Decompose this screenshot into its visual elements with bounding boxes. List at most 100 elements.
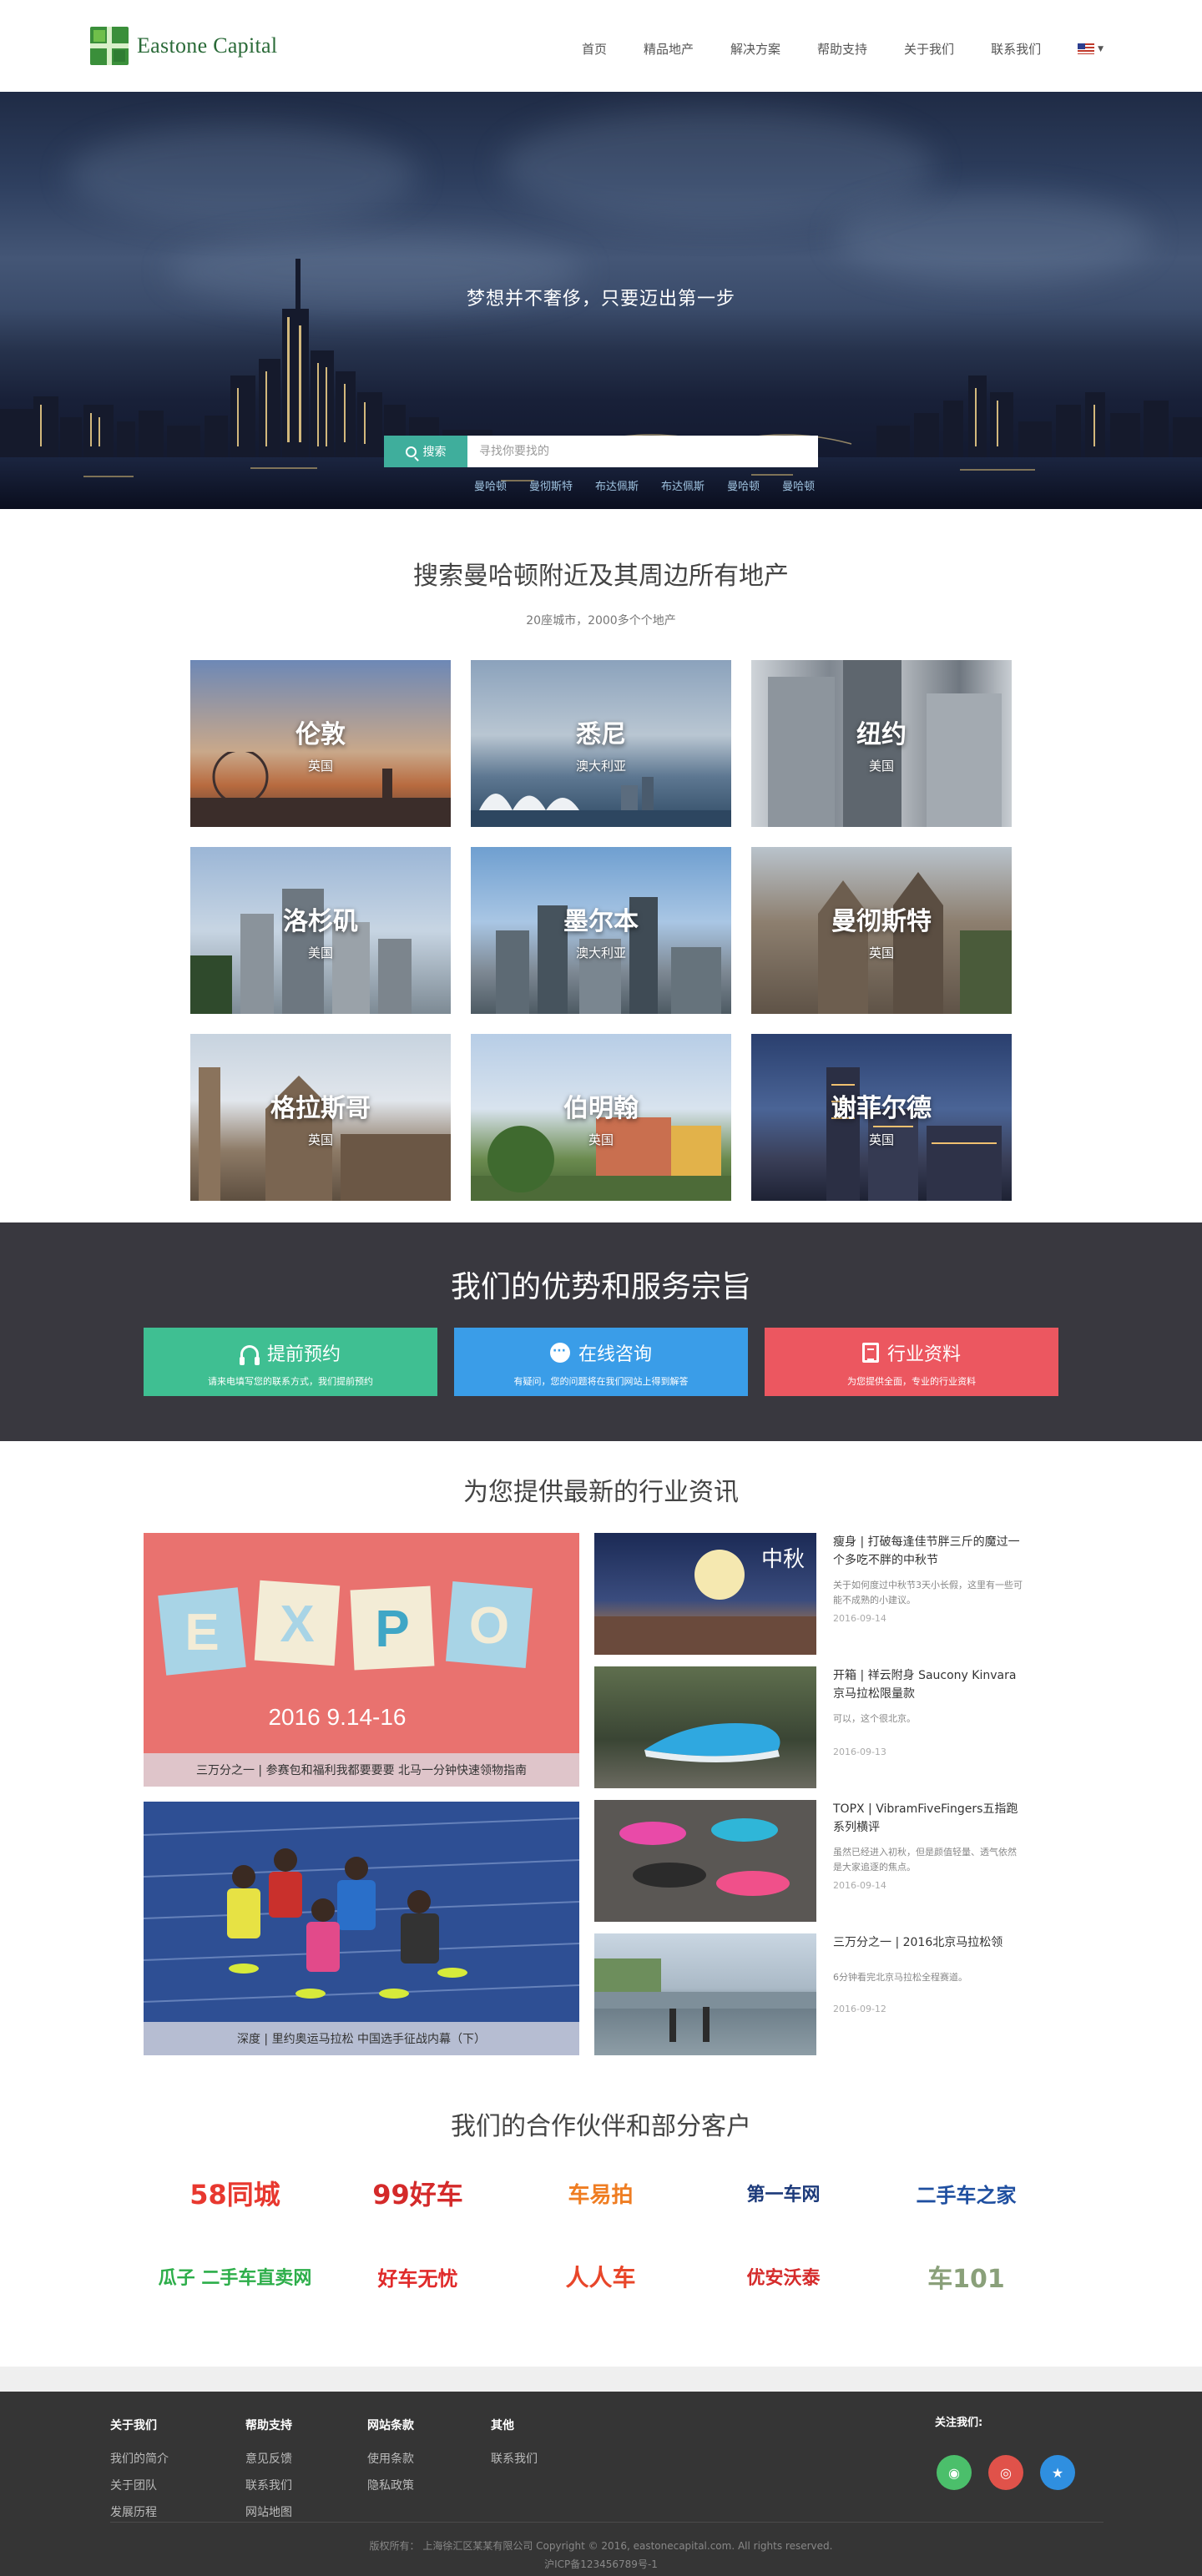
news-list-item[interactable]: TOPX | VibramFiveFingers五指跑系列横评 虽然已经进入初秋… xyxy=(594,1800,1023,1922)
city-card-newyork[interactable]: 纽约 美国 xyxy=(751,660,1012,827)
advantage-desc: 为您提供全面，专业的行业资料 xyxy=(847,1376,976,1387)
expo-letter: O xyxy=(469,1597,509,1655)
nav-contact[interactable]: 联系我们 xyxy=(991,40,1041,58)
news-title: 瘦身 | 打破每逢佳节胖三斤的魔过一个多吃不胖的中秋节 xyxy=(833,1535,1020,1567)
language-selector[interactable]: ▼ xyxy=(1078,43,1104,54)
nav-properties[interactable]: 精品地产 xyxy=(644,40,694,58)
cities-section-title: 搜索曼哈顿附近及其周边所有地产 xyxy=(413,562,789,591)
city-card-birmingham[interactable]: 伯明翰 英国 xyxy=(471,1034,731,1201)
footer-link[interactable]: 意见反馈 xyxy=(245,2450,292,2467)
site-header: Eastone Capital 首页 精品地产 解决方案 帮助支持 关于我们 联… xyxy=(0,0,1202,92)
featured-news-card[interactable]: 深度 | 里约奥运马拉松 中国选手征战内幕（下） xyxy=(144,1802,579,2055)
news-list-item[interactable]: 开箱 | 祥云附身 Saucony Kinvara京马拉松限量款 可以，这个很北… xyxy=(594,1666,1023,1788)
city-card-glasgow[interactable]: 格拉斯哥 英国 xyxy=(190,1034,451,1201)
featured-news-caption: 深度 | 里约奥运马拉松 中国选手征战内幕（下） xyxy=(144,2022,579,2055)
weibo-icon[interactable]: ◎ xyxy=(988,2455,1023,2490)
hot-tag[interactable]: 布达佩斯 xyxy=(595,477,639,493)
footer-link[interactable]: 联系我们 xyxy=(491,2450,538,2467)
search-button[interactable]: 搜索 xyxy=(384,436,467,467)
logo-mark-icon xyxy=(90,27,129,65)
partner-logo-che101[interactable]: 车101 xyxy=(875,2256,1058,2297)
news-date: 2016-09-14 xyxy=(833,1880,886,1891)
wechat-icon[interactable]: ◉ xyxy=(937,2455,972,2490)
hot-tag[interactable]: 曼哈顿 xyxy=(727,477,760,493)
partner-logo-99haoche[interactable]: 99好车 xyxy=(326,2172,509,2214)
news-title: 三万分之一 | 2016北京马拉松领 xyxy=(833,1936,1003,1949)
city-card-sheffield[interactable]: 谢菲尔德 英国 xyxy=(751,1034,1012,1201)
city-country: 美国 xyxy=(868,758,894,774)
icp-number: 沪ICP备123456789号-1 xyxy=(544,2558,658,2570)
mid-autumn-label: 中秋 xyxy=(761,1547,805,1572)
nav-solutions[interactable]: 解决方案 xyxy=(730,40,780,58)
hot-tag[interactable]: 曼彻斯特 xyxy=(529,477,573,493)
featured-news-card[interactable]: E X P O 2016 9.14-16 三万分之一 | 参赛包和福利我都要要要… xyxy=(144,1533,579,1787)
city-name: 墨尔本 xyxy=(563,906,639,936)
city-country: 美国 xyxy=(307,945,333,960)
partner-logo-guazi[interactable]: 瓜子 二手车直卖网 xyxy=(144,2256,326,2297)
hero-banner: 梦想并不奢侈，只要迈出第一步 搜索 曼哈顿 曼彻斯特 布达佩斯 布达佩斯 曼哈顿… xyxy=(0,92,1202,509)
footer-link[interactable]: 隐私政策 xyxy=(367,2477,414,2493)
news-summary: 虽然已经进入初秋，但是颜值轻量、透气依然是大家追逐的焦点。 xyxy=(833,1847,1017,1873)
partner-logo-youanwotai[interactable]: 优安沃泰 xyxy=(692,2256,875,2297)
search-input[interactable] xyxy=(467,436,818,467)
hot-tag[interactable]: 曼哈顿 xyxy=(474,477,507,493)
footer-heading: 帮助支持 xyxy=(245,2419,292,2432)
social-links: ◉ ◎ ★ xyxy=(937,2455,1092,2490)
search-button-label: 搜索 xyxy=(422,446,447,459)
partner-logo-che168[interactable]: 二手车之家 xyxy=(875,2172,1058,2214)
partner-logo-grid: 58同城 99好车 车易拍 第一车网 二手车之家 瓜子 二手车直卖网 好车无忧 … xyxy=(144,2172,1058,2297)
city-card-melbourne[interactable]: 墨尔本 澳大利亚 xyxy=(471,847,731,1014)
city-card-manchester[interactable]: 曼彻斯特 英国 xyxy=(751,847,1012,1014)
brand-logo[interactable]: Eastone Capital xyxy=(90,27,277,65)
footer-link[interactable]: 网站地图 xyxy=(245,2503,292,2520)
footer-link[interactable]: 联系我们 xyxy=(245,2477,292,2493)
copyright: 版权所有： 上海徐汇区某某有限公司 Copyright © 2016, east… xyxy=(0,2537,1202,2573)
advantage-consult-button[interactable]: 在线咨询 有疑问，您的问题将在我们网站上得到解答 xyxy=(454,1328,748,1396)
news-title: TOPX | VibramFiveFingers五指跑系列横评 xyxy=(833,1802,1018,1834)
footer-link[interactable]: 关于团队 xyxy=(110,2477,169,2493)
city-name: 伯明翰 xyxy=(563,1093,639,1123)
footer-heading: 网站条款 xyxy=(367,2419,414,2432)
advantages-section: 我们的优势和服务宗旨 提前预约 请来电填写您的联系方式，我们提前预约 在线咨询 … xyxy=(0,1222,1202,1441)
footer-link[interactable]: 我们的简介 xyxy=(110,2450,169,2467)
news-date: 2016-09-12 xyxy=(833,2004,886,2014)
news-thumbnail xyxy=(594,1800,816,1922)
nav-support[interactable]: 帮助支持 xyxy=(817,40,867,58)
cities-subtitle: 20座城市，2000多个个地产 xyxy=(526,614,676,628)
search-bar: 搜索 xyxy=(384,436,818,467)
nav-about[interactable]: 关于我们 xyxy=(904,40,954,58)
partner-logo-58[interactable]: 58同城 xyxy=(144,2172,326,2214)
hot-tag[interactable]: 布达佩斯 xyxy=(661,477,705,493)
city-name: 曼彻斯特 xyxy=(831,906,932,936)
chevron-down-icon: ▼ xyxy=(1098,44,1104,53)
expo-banner-image: E X P O 2016 9.14-16 xyxy=(158,1580,533,1730)
city-name: 纽约 xyxy=(856,719,907,749)
city-card-losangeles[interactable]: 洛杉矶 美国 xyxy=(190,847,451,1014)
news-list-item[interactable]: 三万分之一 | 2016北京马拉松领 6分钟看完北京马拉松全程赛道。 2016-… xyxy=(594,1933,1023,2055)
site-footer: 关于我们 我们的简介 关于团队 发展历程 帮助支持 意见反馈 联系我们 网站地图… xyxy=(0,2392,1202,2576)
news-section: E X P O 2016 9.14-16 三万分之一 | 参赛包和福利我都要要要… xyxy=(144,1533,1023,2055)
footer-col-support: 帮助支持 意见反馈 联系我们 网站地图 xyxy=(245,2417,292,2530)
news-thumbnail: 中秋 xyxy=(594,1533,816,1655)
hot-tag[interactable]: 曼哈顿 xyxy=(782,477,815,493)
city-card-london[interactable]: 伦敦 英国 xyxy=(190,660,451,827)
city-card-sydney[interactable]: 悉尼 澳大利亚 xyxy=(471,660,731,827)
footer-link[interactable]: 发展历程 xyxy=(110,2503,169,2520)
partner-logo-cheyipai[interactable]: 车易拍 xyxy=(509,2172,692,2214)
partner-logo-renrenche[interactable]: 人人车 xyxy=(509,2256,692,2297)
footer-link[interactable]: 使用条款 xyxy=(367,2450,414,2467)
star-icon[interactable]: ★ xyxy=(1040,2455,1075,2490)
headset-icon xyxy=(239,1345,260,1365)
partner-logo-haoche51[interactable]: 好车无忧 xyxy=(326,2256,509,2297)
partner-logo-iautos[interactable]: 第一车网 xyxy=(692,2172,875,2214)
advantage-title: 提前预约 xyxy=(266,1344,341,1365)
featured-news-caption: 三万分之一 | 参赛包和福利我都要要要 北马一分钟快速领物指南 xyxy=(144,1753,579,1787)
follow-us: 关注我们: xyxy=(935,2413,982,2429)
advantage-resources-button[interactable]: 行业资料 为您提供全面，专业的行业资料 xyxy=(765,1328,1058,1396)
nav-home[interactable]: 首页 xyxy=(582,40,607,58)
advantage-appointment-button[interactable]: 提前预约 请来电填写您的联系方式，我们提前预约 xyxy=(144,1328,437,1396)
news-list-item[interactable]: 中秋 瘦身 | 打破每逢佳节胖三斤的魔过一个多吃不胖的中秋节 关于如何度过中秋节… xyxy=(594,1533,1023,1655)
advantages-title: 我们的优势和服务宗旨 xyxy=(450,1270,751,1304)
news-date: 2016-09-13 xyxy=(833,1747,886,1757)
footer-col-about: 关于我们 我们的简介 关于团队 发展历程 xyxy=(110,2417,169,2530)
